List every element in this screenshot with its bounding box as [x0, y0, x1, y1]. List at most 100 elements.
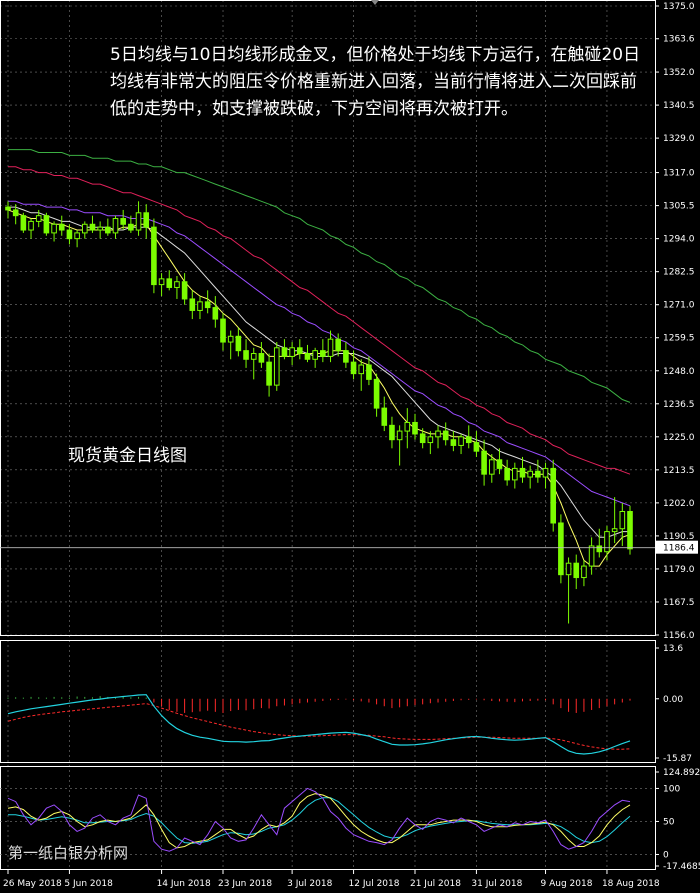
price-tick-label: 1156.0: [663, 631, 695, 641]
candle-body: [204, 301, 211, 309]
candle-body: [327, 338, 334, 357]
candle-body: [611, 528, 618, 533]
candle-body: [366, 364, 372, 380]
date-tick-label: 3 Jul 2018: [287, 879, 332, 889]
candle-body: [28, 220, 34, 231]
candle-body: [535, 470, 541, 478]
price-tick-label: 1375.0: [663, 2, 695, 12]
stoch-tick-label: 100: [663, 784, 680, 794]
price-tick-label: 1282.5: [663, 268, 695, 278]
candle-body: [197, 301, 203, 311]
candle-body: [450, 439, 457, 446]
date-tick-label: 31 Jul 2018: [471, 879, 522, 889]
candle-body: [565, 562, 572, 576]
candle-body: [135, 212, 142, 231]
price-tick-label: 1213.5: [663, 466, 695, 476]
candle-body: [143, 212, 150, 228]
stoch-tick-label: 50: [663, 817, 675, 827]
stoch-tick-label: 0: [663, 850, 669, 860]
candle-body: [243, 350, 249, 360]
candle-body: [35, 215, 42, 222]
candle-body: [296, 347, 303, 355]
candle-body: [112, 218, 119, 234]
candle-body: [250, 353, 257, 360]
price-tick-label: 1305.5: [663, 202, 695, 212]
chart-title-label: 现货黄金日线图: [68, 446, 187, 466]
candle-body: [427, 436, 434, 444]
candle-body: [358, 364, 365, 375]
price-tick-label: 1363.6: [663, 35, 695, 45]
candle-body: [281, 347, 288, 357]
candle-body: [442, 430, 449, 441]
price-tick-label: 1202.0: [663, 499, 695, 509]
candle-body: [558, 522, 564, 576]
candle-body: [596, 545, 603, 553]
candle-body: [151, 226, 157, 286]
price-tick-label: 1225.0: [663, 433, 695, 443]
candle-body: [488, 459, 495, 475]
macd-tick-label: -15.87: [663, 754, 692, 764]
candle-body: [335, 338, 342, 352]
candle-body: [396, 430, 403, 441]
price-tick-label: 1340.5: [663, 101, 695, 111]
candle-body: [473, 442, 480, 452]
candle-body: [235, 335, 242, 352]
candle-body: [304, 353, 311, 360]
candle-body: [389, 424, 395, 441]
candle-body: [81, 223, 88, 234]
price-tick-label: 1294.0: [663, 235, 695, 245]
candle-body: [128, 223, 134, 231]
candle-body: [320, 350, 326, 357]
date-tick-label: 12 Jul 2018: [349, 879, 400, 889]
price-tick-label: 1236.5: [663, 400, 695, 410]
candle-body: [458, 436, 464, 446]
date-tick-label: 18 Aug 2018: [602, 879, 660, 889]
candle-body: [350, 361, 357, 375]
price-tick-label: 1329.0: [663, 134, 695, 144]
candle-body: [381, 407, 388, 426]
stoch-tick-label: -17.4685: [663, 862, 700, 872]
candle-body: [404, 421, 411, 432]
candle-body: [105, 226, 111, 234]
candle-body: [519, 467, 526, 478]
candle-body: [51, 223, 57, 234]
candle-body: [419, 433, 426, 444]
date-tick-label: 14 Jun 2018: [157, 879, 211, 889]
candle-body: [573, 562, 580, 579]
candle-body: [43, 215, 50, 234]
candle-body: [227, 335, 234, 343]
candle-body: [174, 281, 180, 288]
candle-body: [496, 459, 503, 469]
candle-body: [627, 510, 633, 550]
candle-body: [58, 223, 65, 231]
candle-body: [89, 223, 96, 231]
date-tick-label: 5 Jun 2018: [64, 879, 113, 889]
candle-body: [512, 467, 518, 481]
watermark-text: 第一纸白银分析网: [8, 844, 129, 862]
date-tick-label: 23 Jun 2018: [218, 879, 272, 889]
candle-body: [166, 278, 173, 288]
date-tick-label: 9 Aug 2018: [541, 879, 593, 889]
candle-body: [465, 436, 472, 444]
stoch-tick-label: 124.8922: [663, 768, 700, 778]
candle-body: [581, 565, 587, 579]
price-tick-label: 1190.5: [663, 532, 695, 542]
date-tick-label: 26 May 2018: [3, 879, 62, 889]
candle-body: [20, 215, 27, 231]
candle-body: [542, 467, 549, 478]
candle-body: [181, 281, 188, 300]
candle-body: [66, 229, 73, 240]
candle-body: [97, 226, 103, 231]
candle-body: [588, 545, 595, 567]
candle-body: [312, 350, 318, 360]
candle-body: [120, 218, 126, 225]
candle-body: [527, 470, 533, 478]
candle-body: [158, 278, 165, 286]
candle-body: [435, 430, 441, 438]
macd-tick-label: 0.00: [663, 695, 683, 705]
price-tick-label: 1179.0: [663, 565, 695, 575]
candle-body: [504, 467, 510, 481]
price-tick-label: 1167.5: [663, 598, 695, 608]
candle-body: [5, 206, 11, 211]
candle-body: [220, 318, 226, 343]
